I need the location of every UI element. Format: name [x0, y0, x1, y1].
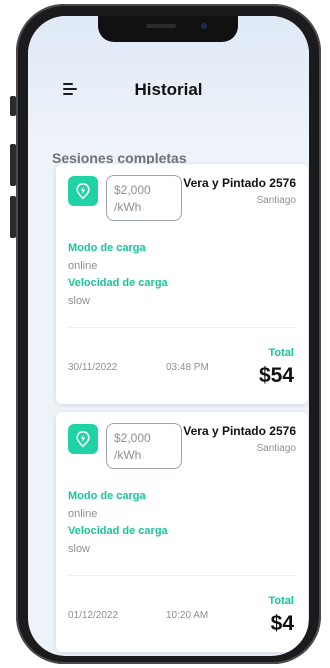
station-city: Santiago: [256, 195, 296, 206]
speed-label: Velocidad de carga: [68, 277, 168, 289]
total-value: $4: [270, 612, 294, 635]
page-title: Historial: [134, 80, 203, 99]
divider: [68, 327, 296, 328]
price-value: $2,000: [114, 183, 151, 197]
session-date: 30/11/2022: [68, 362, 118, 373]
speaker: [146, 24, 176, 28]
charging-bolt-icon: [68, 176, 98, 206]
speed-value: slow: [68, 295, 91, 307]
speed-label: Velocidad de carga: [68, 525, 168, 537]
total-value: $54: [258, 364, 294, 387]
price-box: $2,000 /kWh: [106, 175, 182, 221]
price-unit: /kWh: [114, 200, 142, 214]
mode-label: Modo de carga: [68, 242, 146, 254]
mute-switch: [10, 96, 16, 116]
speed-value: slow: [68, 543, 91, 555]
notch: [98, 16, 238, 42]
session-card[interactable]: $2,000 /kWh Vera y Pintado 2576 Santiago…: [56, 412, 308, 652]
volume-up-button: [10, 144, 16, 186]
total-label: Total: [268, 347, 294, 359]
session-date: 01/12/2022: [68, 610, 119, 621]
station-name: Vera y Pintado 2576: [183, 176, 296, 190]
station-name: Vera y Pintado 2576: [183, 424, 296, 438]
divider: [68, 575, 296, 576]
mode-label: Modo de carga: [68, 490, 146, 502]
price-box: $2,000 /kWh: [106, 423, 182, 469]
total-label: Total: [268, 595, 294, 607]
station-city: Santiago: [256, 443, 296, 454]
session-time: 10:20 AM: [166, 610, 209, 621]
phone-frame: Historial Sesiones completas $2,000 /kWh…: [10, 4, 321, 664]
price-unit: /kWh: [114, 448, 142, 462]
session-time: 03:48 PM: [166, 362, 209, 373]
volume-down-button: [10, 196, 16, 238]
camera: [201, 23, 207, 29]
mode-value: online: [68, 508, 98, 520]
charging-bolt-icon: [68, 424, 98, 454]
price-value: $2,000: [114, 431, 151, 445]
session-card[interactable]: $2,000 /kWh Vera y Pintado 2576 Santiago…: [56, 164, 308, 404]
app-screen: Historial Sesiones completas $2,000 /kWh…: [28, 16, 309, 656]
mode-value: online: [68, 260, 98, 272]
